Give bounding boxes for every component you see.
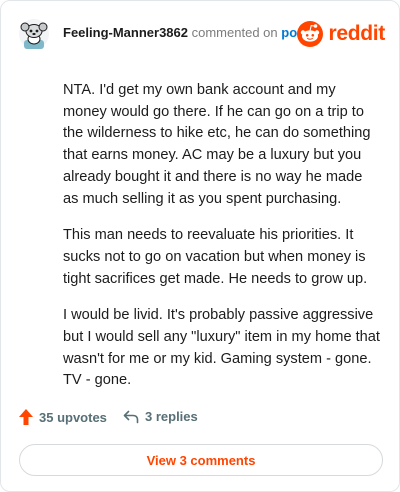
reddit-wordmark: reddit <box>328 22 385 45</box>
upvote-count: 35 upvotes <box>39 409 107 425</box>
comment-card: Feeling-Manner3862 commented on post red… <box>0 0 400 492</box>
reddit-logo[interactable]: reddit <box>297 20 385 48</box>
reddit-snoo-icon <box>297 21 324 47</box>
commented-on-text: commented on <box>191 25 278 40</box>
upvote-button[interactable]: 35 upvotes <box>19 409 107 425</box>
comment-paragraph: This man needs to reevaluate his priorit… <box>63 227 368 287</box>
comment-meta: Feeling-Manner3862 commented on post <box>63 25 309 41</box>
replies-count: 3 replies <box>145 409 198 424</box>
comment-body: NTA. I'd get my own bank account and my … <box>63 80 381 407</box>
reply-arrow-icon <box>123 410 139 423</box>
comment-paragraph: NTA. I'd get my own bank account and my … <box>63 82 371 207</box>
view-comments-button[interactable]: View 3 comments <box>19 444 383 476</box>
upvote-arrow-icon <box>19 409 33 425</box>
comment-paragraph: I would be livid. It's probably passive … <box>63 307 380 389</box>
comment-footer: 35 upvotes 3 replies <box>19 409 379 431</box>
replies-button[interactable]: 3 replies <box>123 409 198 424</box>
username-link[interactable]: Feeling-Manner3862 <box>63 25 188 40</box>
comment-header: Feeling-Manner3862 commented on post red… <box>19 17 385 51</box>
user-avatar-icon[interactable] <box>19 19 49 49</box>
